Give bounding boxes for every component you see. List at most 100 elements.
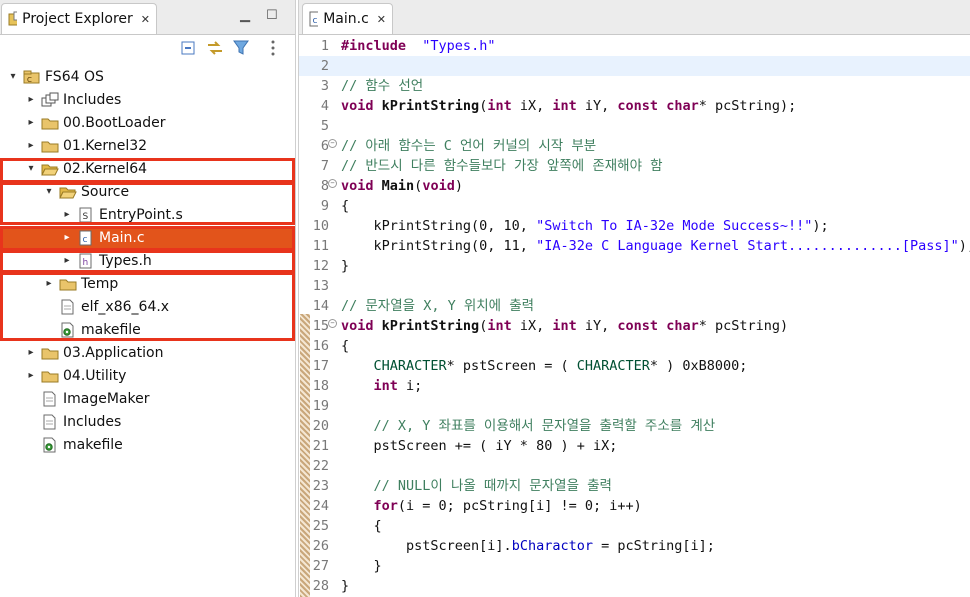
code-line[interactable]: 13 xyxy=(299,276,970,296)
minimize-icon[interactable]: ▁ xyxy=(240,8,250,23)
tree-item[interactable]: makefile xyxy=(0,433,295,456)
tree-item-label: ImageMaker xyxy=(63,390,150,407)
chevron-right-icon[interactable]: ▸ xyxy=(24,347,38,358)
code-line[interactable]: 1 #include "Types.h" xyxy=(299,36,970,56)
svg-text:c: c xyxy=(313,16,318,26)
code-line[interactable]: 25 { xyxy=(299,516,970,536)
code-line[interactable]: 6−// 아래 함수는 C 언어 커널의 시작 부분 xyxy=(299,136,970,156)
code-token: // NULL이 나올 때까지 문자열을 출력 xyxy=(373,478,612,494)
line-number: 8 xyxy=(320,178,329,194)
code-line[interactable]: 19 xyxy=(299,396,970,416)
line-number: 7 xyxy=(320,158,329,174)
code-token: "Switch To IA-32e Mode Success~!!" xyxy=(536,218,813,234)
code-token: iX, xyxy=(511,98,553,114)
tree-item[interactable]: ▾ C FS64 OS xyxy=(0,65,295,88)
c-file-icon: c xyxy=(309,11,319,27)
code-token: char xyxy=(666,318,699,334)
code-line[interactable]: 22 xyxy=(299,456,970,476)
tree-item[interactable]: ▸ 00.BootLoader xyxy=(0,111,295,134)
code-token: iY, xyxy=(576,98,618,114)
line-number: 5 xyxy=(320,118,329,134)
link-with-editor-icon[interactable] xyxy=(205,38,225,58)
folder-icon xyxy=(41,115,59,131)
code-token: iY, xyxy=(576,318,618,334)
code-line[interactable]: 27 } xyxy=(299,556,970,576)
code-token: for xyxy=(373,498,398,514)
code-token: void xyxy=(341,98,374,114)
line-number: 13 xyxy=(312,278,329,294)
tab-title: Project Explorer xyxy=(22,11,133,27)
code-token: // 문자열을 X, Y 위치에 출력 xyxy=(341,298,535,314)
code-line[interactable]: 28} xyxy=(299,576,970,596)
line-number: 14 xyxy=(312,298,329,314)
fold-toggle-icon[interactable]: − xyxy=(328,139,337,148)
code-token: "Types.h" xyxy=(422,38,496,54)
line-number: 4 xyxy=(320,98,329,114)
tree-item[interactable]: ▸ 01.Kernel32 xyxy=(0,134,295,157)
folder-icon xyxy=(41,345,59,361)
fold-toggle-icon[interactable]: − xyxy=(328,179,337,188)
tree-item-label: 03.Application xyxy=(63,344,164,361)
view-menu-icon[interactable] xyxy=(268,38,278,58)
code-line[interactable]: 23 // NULL이 나올 때까지 문자열을 출력 xyxy=(299,476,970,496)
code-line[interactable]: 24 for(i = 0; pcString[i] != 0; i++) xyxy=(299,496,970,516)
tree-item-label: Includes xyxy=(63,91,122,108)
fold-toggle-icon[interactable]: − xyxy=(328,319,337,328)
filter-icon[interactable] xyxy=(231,38,251,58)
code-line[interactable]: 12} xyxy=(299,256,970,276)
close-icon[interactable]: ✕ xyxy=(141,13,150,26)
code-line[interactable]: 17 CHARACTER* pstScreen = ( CHARACTER* )… xyxy=(299,356,970,376)
tree-item[interactable]: ImageMaker xyxy=(0,387,295,410)
tab-project-explorer[interactable]: Project Explorer ✕ xyxy=(1,3,157,34)
chevron-right-icon[interactable]: ▸ xyxy=(24,370,38,381)
line-number: 2 xyxy=(320,58,329,74)
tab-title: Main.c xyxy=(323,11,369,27)
code-token: iX, xyxy=(511,318,553,334)
code-line[interactable]: 2 xyxy=(299,56,970,76)
code-token: void xyxy=(341,318,374,334)
code-token: // 함수 선언 xyxy=(341,78,424,94)
code-line[interactable]: 7 // 반드시 다른 함수들보다 가장 앞쪽에 존재해야 함 xyxy=(299,156,970,176)
chevron-down-icon[interactable]: ▾ xyxy=(6,71,20,82)
code-line[interactable]: 8− void Main(void) xyxy=(299,176,970,196)
line-number: 6 xyxy=(320,138,329,154)
code-line[interactable]: 16{ xyxy=(299,336,970,356)
highlight-box xyxy=(0,226,295,251)
chevron-right-icon[interactable]: ▸ xyxy=(24,94,38,105)
collapse-all-icon[interactable] xyxy=(179,38,199,58)
tree-item[interactable]: ▸ Includes xyxy=(0,88,295,111)
chevron-right-icon[interactable]: ▸ xyxy=(24,117,38,128)
code-line[interactable]: 11 kPrintString(0, 11, "IA-32e C Languag… xyxy=(299,236,970,256)
code-line[interactable]: 15− void kPrintString(int iX, int iY, con… xyxy=(299,316,970,336)
chevron-right-icon[interactable]: ▸ xyxy=(24,140,38,151)
tree-item[interactable]: ▸ 04.Utility xyxy=(0,364,295,387)
code-token: * pcString); xyxy=(698,98,797,114)
tab-main-c[interactable]: c Main.c ✕ xyxy=(302,3,393,34)
code-token: pstScreen[i]. xyxy=(341,538,512,554)
code-line[interactable]: 9{ xyxy=(299,196,970,216)
code-line[interactable]: 21 pstScreen += ( iY * 80 ) + iX; xyxy=(299,436,970,456)
tree-item[interactable]: ▸ 03.Application xyxy=(0,341,295,364)
code-line[interactable]: 20 // X, Y 좌표를 이용해서 문자열을 출력할 주소를 계산 xyxy=(299,416,970,436)
code-line[interactable]: 3 // 함수 선언 xyxy=(299,76,970,96)
maximize-icon[interactable]: ☐ xyxy=(266,8,278,23)
code-text: pstScreen += ( iY * 80 ) + iX; xyxy=(341,436,618,456)
code-line[interactable]: 5 xyxy=(299,116,970,136)
code-token: { xyxy=(341,518,382,534)
svg-text:C: C xyxy=(27,76,32,84)
code-text: kPrintString(0, 11, "IA-32e C Language K… xyxy=(341,236,970,256)
code-text: { xyxy=(341,336,349,356)
code-line[interactable]: 10 kPrintString(0, 10, "Switch To IA-32e… xyxy=(299,216,970,236)
code-token: int xyxy=(487,98,512,114)
tree-item[interactable]: Includes xyxy=(0,410,295,433)
close-icon[interactable]: ✕ xyxy=(377,13,386,26)
code-area[interactable]: 1 #include "Types.h" 2 3 // 함수 선언 4 void kPrin… xyxy=(299,35,970,597)
code-text: int i; xyxy=(341,376,423,396)
code-line[interactable]: 4 void kPrintString(int iX, int iY, const… xyxy=(299,96,970,116)
code-line[interactable]: 18 int i; xyxy=(299,376,970,396)
code-line[interactable]: 14 // 문자열을 X, Y 위치에 출력 xyxy=(299,296,970,316)
code-line[interactable]: 26 pstScreen[i].bCharactor = pcString[i]… xyxy=(299,536,970,556)
